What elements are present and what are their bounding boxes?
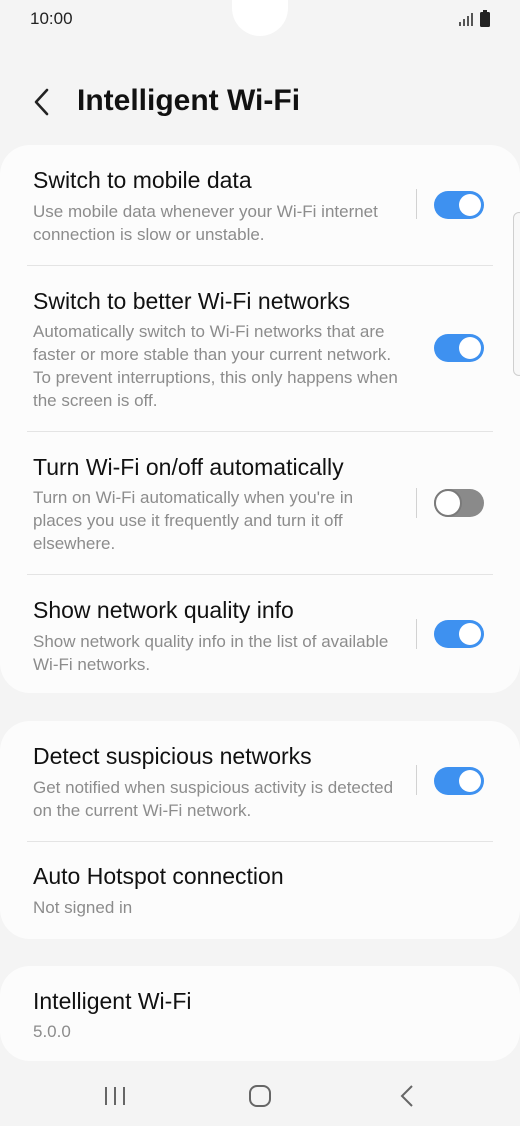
battery-icon [480,10,490,27]
detect-suspicious-networks-title: Detect suspicious networks [33,743,312,769]
navigation-bar [0,1066,520,1126]
about-version: 5.0.0 [33,1022,71,1041]
turn-wifi-on-off-row[interactable]: Turn Wi-Fi on/off automatically Turn on … [0,432,520,574]
back-arrow-icon[interactable] [28,84,58,120]
show-network-quality-description: Show network quality info in the list of… [33,632,389,674]
switch-to-better-wifi-toggle[interactable] [434,334,484,362]
turn-wifi-on-off-title: Turn Wi-Fi on/off automatically [33,454,344,480]
show-network-quality-toggle[interactable] [434,620,484,648]
scrollbar[interactable] [513,212,520,376]
camera-notch [232,0,288,36]
toggle-separator [416,488,417,518]
detect-suspicious-networks-toggle[interactable] [434,767,484,795]
show-network-quality-row[interactable]: Show network quality info Show network q… [0,575,520,693]
about-intelligent-wifi-row[interactable]: Intelligent Wi-Fi 5.0.0 [0,966,520,1061]
page-title: Intelligent Wi-Fi [77,84,301,117]
turn-wifi-on-off-toggle[interactable] [434,489,484,517]
status-time: 10:00 [30,9,73,28]
switch-to-mobile-data-title: Switch to mobile data [33,167,252,193]
auto-hotspot-connection-status: Not signed in [33,898,133,917]
switch-to-better-wifi-description: Automatically switch to Wi-Fi networks t… [33,322,398,410]
switch-to-better-wifi-row[interactable]: Switch to better Wi-Fi networks Automati… [0,266,520,431]
recent-apps-icon[interactable] [101,1084,129,1108]
toggle-separator [416,619,417,649]
switch-to-mobile-data-row[interactable]: Switch to mobile data Use mobile data wh… [0,145,520,265]
status-bar: 10:00 [0,0,520,40]
switch-to-mobile-data-toggle[interactable] [434,191,484,219]
turn-wifi-on-off-description: Turn on Wi-Fi automatically when you're … [33,488,354,553]
about-title: Intelligent Wi-Fi [33,988,192,1014]
signal-icon [459,13,473,26]
auto-hotspot-connection-title: Auto Hotspot connection [33,863,284,889]
toggle-separator [416,765,417,795]
auto-hotspot-connection-row[interactable]: Auto Hotspot connection Not signed in [0,842,520,939]
home-icon[interactable] [248,1084,272,1108]
about-card: Intelligent Wi-Fi 5.0.0 [0,966,520,1061]
detect-suspicious-networks-row[interactable]: Detect suspicious networks Get notified … [0,721,520,841]
toggle-separator [416,189,417,219]
detect-suspicious-networks-description: Get notified when suspicious activity is… [33,778,394,820]
security-card: Detect suspicious networks Get notified … [0,721,520,939]
app-header: Intelligent Wi-Fi [0,70,520,134]
back-icon[interactable] [397,1082,417,1110]
settings-card: Switch to mobile data Use mobile data wh… [0,145,520,693]
switch-to-better-wifi-title: Switch to better Wi-Fi networks [33,288,350,314]
switch-to-mobile-data-description: Use mobile data whenever your Wi-Fi inte… [33,202,378,244]
show-network-quality-title: Show network quality info [33,597,294,623]
